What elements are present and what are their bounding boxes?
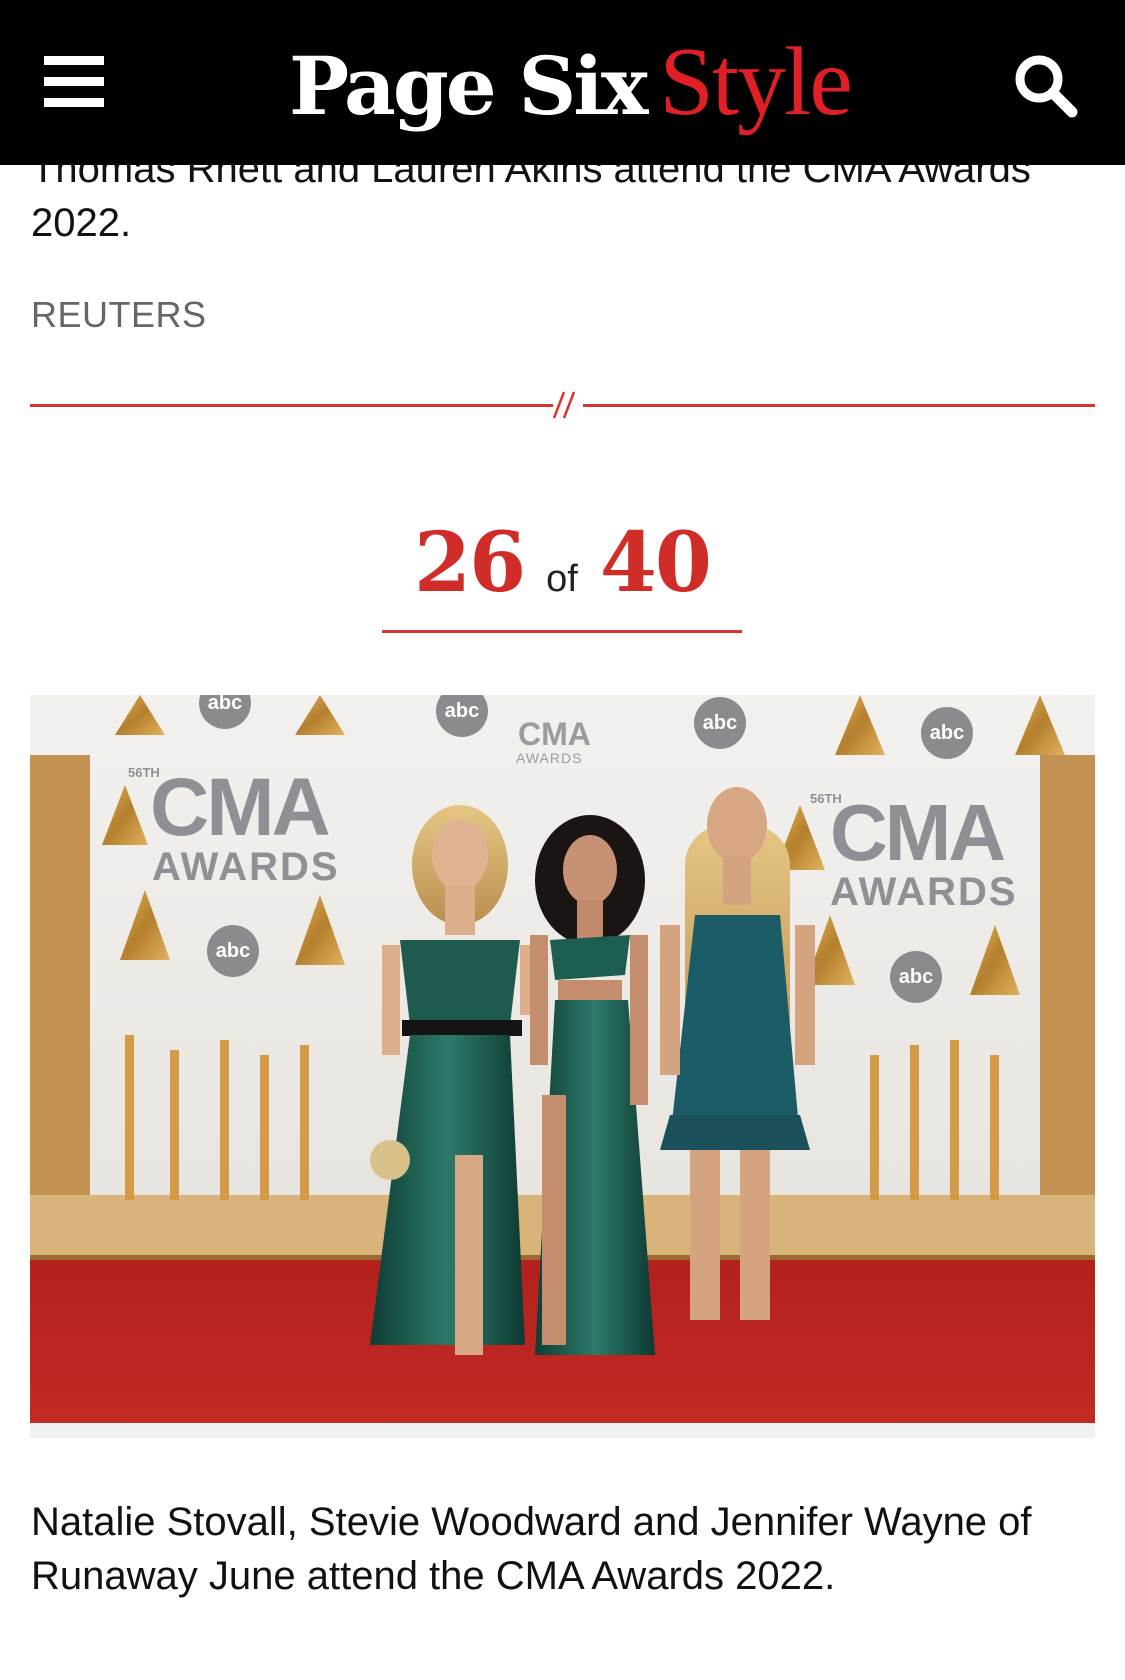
svg-text:56TH: 56TH: [128, 765, 160, 780]
slide-photo[interactable]: CMA AWARDS 56TH CMA AWARDS 56TH CMA AWAR…: [30, 695, 1095, 1423]
svg-text:abc: abc: [216, 940, 250, 962]
svg-text:abc: abc: [208, 695, 242, 714]
svg-text:CMA: CMA: [518, 716, 591, 752]
svg-text:CMA: CMA: [830, 788, 1004, 877]
slide-counter-separator: of: [546, 558, 578, 600]
menu-bar-middle: [44, 77, 104, 86]
site-logo[interactable]: Page Six Style: [289, 22, 853, 142]
double-slash-icon: [552, 391, 576, 419]
svg-text:abc: abc: [445, 700, 479, 722]
slide-counter-total: 40: [599, 515, 712, 611]
svg-text:abc: abc: [703, 712, 737, 734]
menu-bar-bottom: [44, 98, 104, 107]
divider-line-right: [583, 404, 1095, 407]
slide-counter: 26 of 40: [382, 515, 742, 615]
red-carpet-photo: CMA AWARDS 56TH CMA AWARDS 56TH CMA AWAR…: [30, 695, 1095, 1423]
svg-text:CMA: CMA: [150, 762, 330, 853]
search-icon[interactable]: [1012, 52, 1082, 122]
svg-text:abc: abc: [930, 722, 964, 744]
logo-brand-main: Page Six: [289, 39, 648, 133]
slide-counter-current: 26: [414, 515, 526, 611]
photo-bottom-strip: [30, 1423, 1095, 1438]
section-divider: [30, 391, 1095, 419]
svg-text:AWARDS: AWARDS: [516, 750, 582, 766]
logo-brand-accent: Style: [659, 28, 852, 136]
slide-counter-underline: [382, 630, 742, 633]
svg-text:AWARDS: AWARDS: [152, 845, 340, 889]
hamburger-menu-icon[interactable]: [44, 56, 104, 108]
divider-line-left: [30, 404, 553, 407]
site-header: Page Six Style: [0, 0, 1125, 165]
previous-slide-photo-credit: REUTERS: [31, 294, 207, 335]
slide-caption: Natalie Stovall, Stevie Woodward and Jen…: [31, 1500, 1032, 1598]
menu-bar-top: [44, 56, 104, 65]
svg-text:56TH: 56TH: [810, 791, 842, 806]
svg-text:abc: abc: [899, 966, 933, 988]
svg-text:AWARDS: AWARDS: [830, 870, 1018, 914]
search-icon-graphic: [1015, 55, 1078, 118]
